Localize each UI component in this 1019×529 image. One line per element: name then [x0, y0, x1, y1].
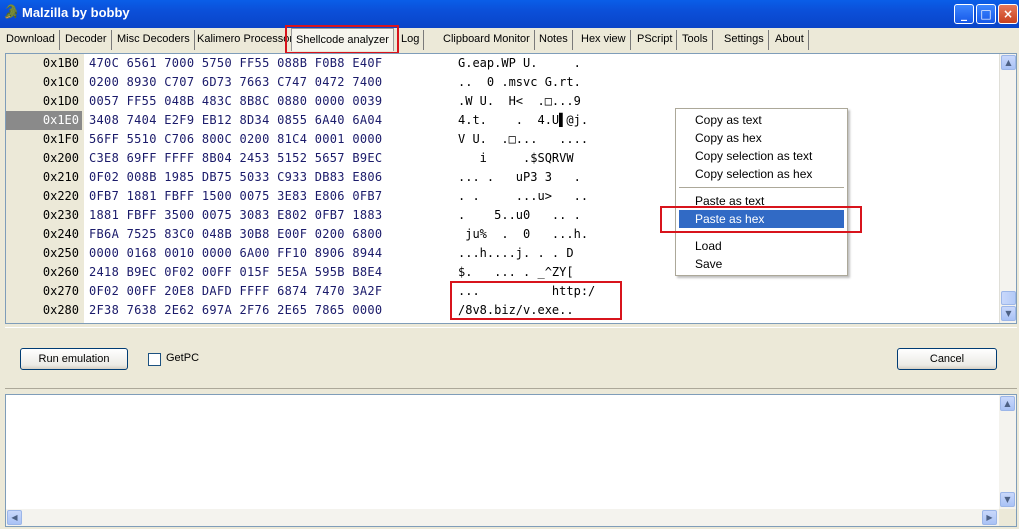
menu-separator — [679, 232, 844, 233]
row-ascii[interactable]: G.eap.WP U. . — [458, 54, 581, 73]
row-address: 0x1D0 — [42, 94, 79, 108]
row-address: 0x220 — [42, 189, 79, 203]
tab-tools[interactable]: Tools — [678, 30, 713, 50]
hex-row[interactable]: 0x1B0 470C 6561 7000 5750 FF55 088B F0B8 … — [6, 54, 996, 73]
scroll-corner — [999, 509, 1016, 526]
row-ascii[interactable]: . . ...u> .. — [458, 187, 588, 206]
menu-copy-selection-as-hex[interactable]: Copy selection as hex — [679, 165, 844, 183]
row-ascii[interactable]: ...h....j. . . D — [458, 244, 574, 263]
row-ascii[interactable]: V U. .□... .... — [458, 130, 588, 149]
menu-paste-as-hex[interactable]: Paste as hex — [679, 210, 844, 228]
row-hex-bytes[interactable]: C3E8 69FF FFFF 8B04 2453 5152 5657 B9EC — [89, 149, 382, 168]
output-textarea[interactable]: ▲ ▼ ◀ ▶ — [5, 394, 1017, 527]
row-address: 0x250 — [42, 246, 79, 260]
menu-separator — [679, 187, 844, 188]
getpc-checkbox[interactable] — [148, 353, 161, 366]
tab-kalimero-processor[interactable]: Kalimero Processor — [193, 30, 298, 50]
menu-paste-as-text[interactable]: Paste as text — [679, 192, 844, 210]
tab-clipboard-monitor[interactable]: Clipboard Monitor — [439, 30, 535, 50]
control-panel: Run emulation GetPC Cancel — [5, 327, 1017, 389]
hex-editor[interactable]: 0x1B0 470C 6561 7000 5750 FF55 088B F0B8 … — [5, 53, 1017, 324]
getpc-label: GetPC — [166, 352, 200, 364]
row-hex-bytes[interactable]: 470C 6561 7000 5750 FF55 088B F0B8 E40F — [89, 54, 382, 73]
menu-load[interactable]: Load — [679, 237, 844, 255]
scroll-left-arrow-icon[interactable]: ◀ — [7, 510, 22, 525]
menu-copy-selection-as-text[interactable]: Copy selection as text — [679, 147, 844, 165]
row-hex-bytes[interactable]: 0200 8930 C707 6D73 7663 C747 0472 7400 — [89, 73, 382, 92]
scroll-down-arrow-icon[interactable]: ▼ — [1000, 492, 1015, 507]
row-address: 0x1B0 — [42, 56, 79, 70]
row-address: 0x270 — [42, 284, 79, 298]
tab-shellcode-analyzer[interactable]: Shellcode analyzer — [291, 28, 394, 51]
window-title: Malzilla by bobby — [22, 5, 130, 20]
tab-hex-view[interactable]: Hex view — [577, 30, 631, 50]
row-ascii[interactable]: . 5..u0 .. . — [458, 206, 581, 225]
scroll-thumb[interactable] — [1001, 291, 1016, 305]
row-address: 0x260 — [42, 265, 79, 279]
scroll-up-arrow-icon[interactable]: ▲ — [1000, 396, 1015, 411]
tab-notes[interactable]: Notes — [535, 30, 573, 50]
scroll-down-arrow-icon[interactable]: ▼ — [1001, 306, 1016, 321]
tab-decoder[interactable]: Decoder — [61, 30, 112, 50]
hex-vertical-scrollbar[interactable]: ▲ ▼ — [999, 54, 1016, 323]
tab-misc-decoders[interactable]: Misc Decoders — [113, 30, 195, 50]
row-ascii[interactable]: $. ... . _^ZY[ — [458, 263, 574, 282]
row-address: 0x1F0 — [42, 132, 79, 146]
hex-row[interactable]: 0x270 0F02 00FF 20E8 DAFD FFFF 6874 7470 … — [6, 282, 996, 301]
hex-row[interactable]: 0x280 2F38 7638 2E62 697A 2F76 2E65 7865 … — [6, 301, 996, 320]
tab-about[interactable]: About — [771, 30, 809, 50]
tab-settings[interactable]: Settings — [720, 30, 769, 50]
app-icon: 🐊 — [3, 5, 20, 20]
row-hex-bytes[interactable]: 0F02 008B 1985 DB75 5033 C933 DB83 E806 — [89, 168, 382, 187]
row-address: 0x280 — [42, 303, 79, 317]
row-hex-bytes[interactable]: 0F02 00FF 20E8 DAFD FFFF 6874 7470 3A2F — [89, 282, 382, 301]
output-horizontal-scrollbar[interactable]: ◀ ▶ — [6, 509, 999, 526]
row-hex-bytes[interactable]: 2418 B9EC 0F02 00FF 015F 5E5A 595B B8E4 — [89, 263, 382, 282]
tab-pscript[interactable]: PScript — [633, 30, 678, 50]
row-ascii[interactable]: .W U. H< .□...9 — [458, 92, 581, 111]
scroll-right-arrow-icon[interactable]: ▶ — [982, 510, 997, 525]
row-hex-bytes[interactable]: 0057 FF55 048B 483C 8B8C 0880 0000 0039 — [89, 92, 382, 111]
title-bar[interactable]: 🐊 Malzilla by bobby _ □ × — [0, 0, 1019, 28]
row-ascii[interactable]: ... http:/ — [458, 282, 595, 301]
row-ascii[interactable]: /8v8.biz/v.exe.. — [458, 301, 574, 320]
row-address: 0x230 — [42, 208, 79, 222]
row-hex-bytes[interactable]: 0000 0168 0010 0000 6A00 FF10 8906 8944 — [89, 244, 382, 263]
row-hex-bytes[interactable]: 3408 7404 E2F9 EB12 8D34 0855 6A40 6A04 — [89, 111, 382, 130]
row-address: 0x240 — [42, 227, 79, 241]
minimize-button[interactable]: _ — [954, 4, 974, 24]
menu-copy-as-text[interactable]: Copy as text — [679, 111, 844, 129]
menu-copy-as-hex[interactable]: Copy as hex — [679, 129, 844, 147]
row-ascii[interactable]: .. 0 .msvc G.rt. — [458, 73, 581, 92]
menu-save[interactable]: Save — [679, 255, 844, 273]
row-hex-bytes[interactable]: 56FF 5510 C706 800C 0200 81C4 0001 0000 — [89, 130, 382, 149]
tab-bar: Download Decoder Misc Decoders Kalimero … — [0, 28, 1019, 51]
row-address: 0x210 — [42, 170, 79, 184]
row-hex-bytes[interactable]: 2F38 7638 2E62 697A 2F76 2E65 7865 0000 — [89, 301, 382, 320]
scroll-up-arrow-icon[interactable]: ▲ — [1001, 55, 1016, 70]
row-hex-bytes[interactable]: 0FB7 1881 FBFF 1500 0075 3E83 E806 0FB7 — [89, 187, 382, 206]
row-ascii[interactable]: ju% . 0 ...h. — [458, 225, 588, 244]
context-menu: Copy as text Copy as hex Copy selection … — [675, 108, 848, 276]
row-address: 0x1C0 — [42, 75, 79, 89]
cancel-button[interactable]: Cancel — [897, 348, 997, 370]
hex-row[interactable]: 0x1C0 0200 8930 C707 6D73 7663 C747 0472 … — [6, 73, 996, 92]
output-vertical-scrollbar[interactable]: ▲ ▼ — [999, 395, 1016, 509]
row-ascii[interactable]: i .$SQRVW — [458, 149, 574, 168]
close-button[interactable]: × — [998, 4, 1018, 24]
row-ascii[interactable]: 4.t. . 4.U▌@j. — [458, 111, 588, 130]
row-hex-bytes[interactable]: FB6A 7525 83C0 048B 30B8 E00F 0200 6800 — [89, 225, 382, 244]
row-address: 0x1E0 — [6, 111, 82, 130]
main-window: 🐊 Malzilla by bobby _ □ × Download Decod… — [0, 0, 1019, 529]
tab-log[interactable]: Log — [397, 30, 425, 50]
row-address: 0x200 — [42, 151, 79, 165]
tab-download[interactable]: Download — [2, 30, 60, 50]
row-ascii[interactable]: ... . uP3 3 . — [458, 168, 581, 187]
maximize-button[interactable]: □ — [976, 4, 996, 24]
run-emulation-button[interactable]: Run emulation — [20, 348, 128, 370]
row-hex-bytes[interactable]: 1881 FBFF 3500 0075 3083 E802 0FB7 1883 — [89, 206, 382, 225]
